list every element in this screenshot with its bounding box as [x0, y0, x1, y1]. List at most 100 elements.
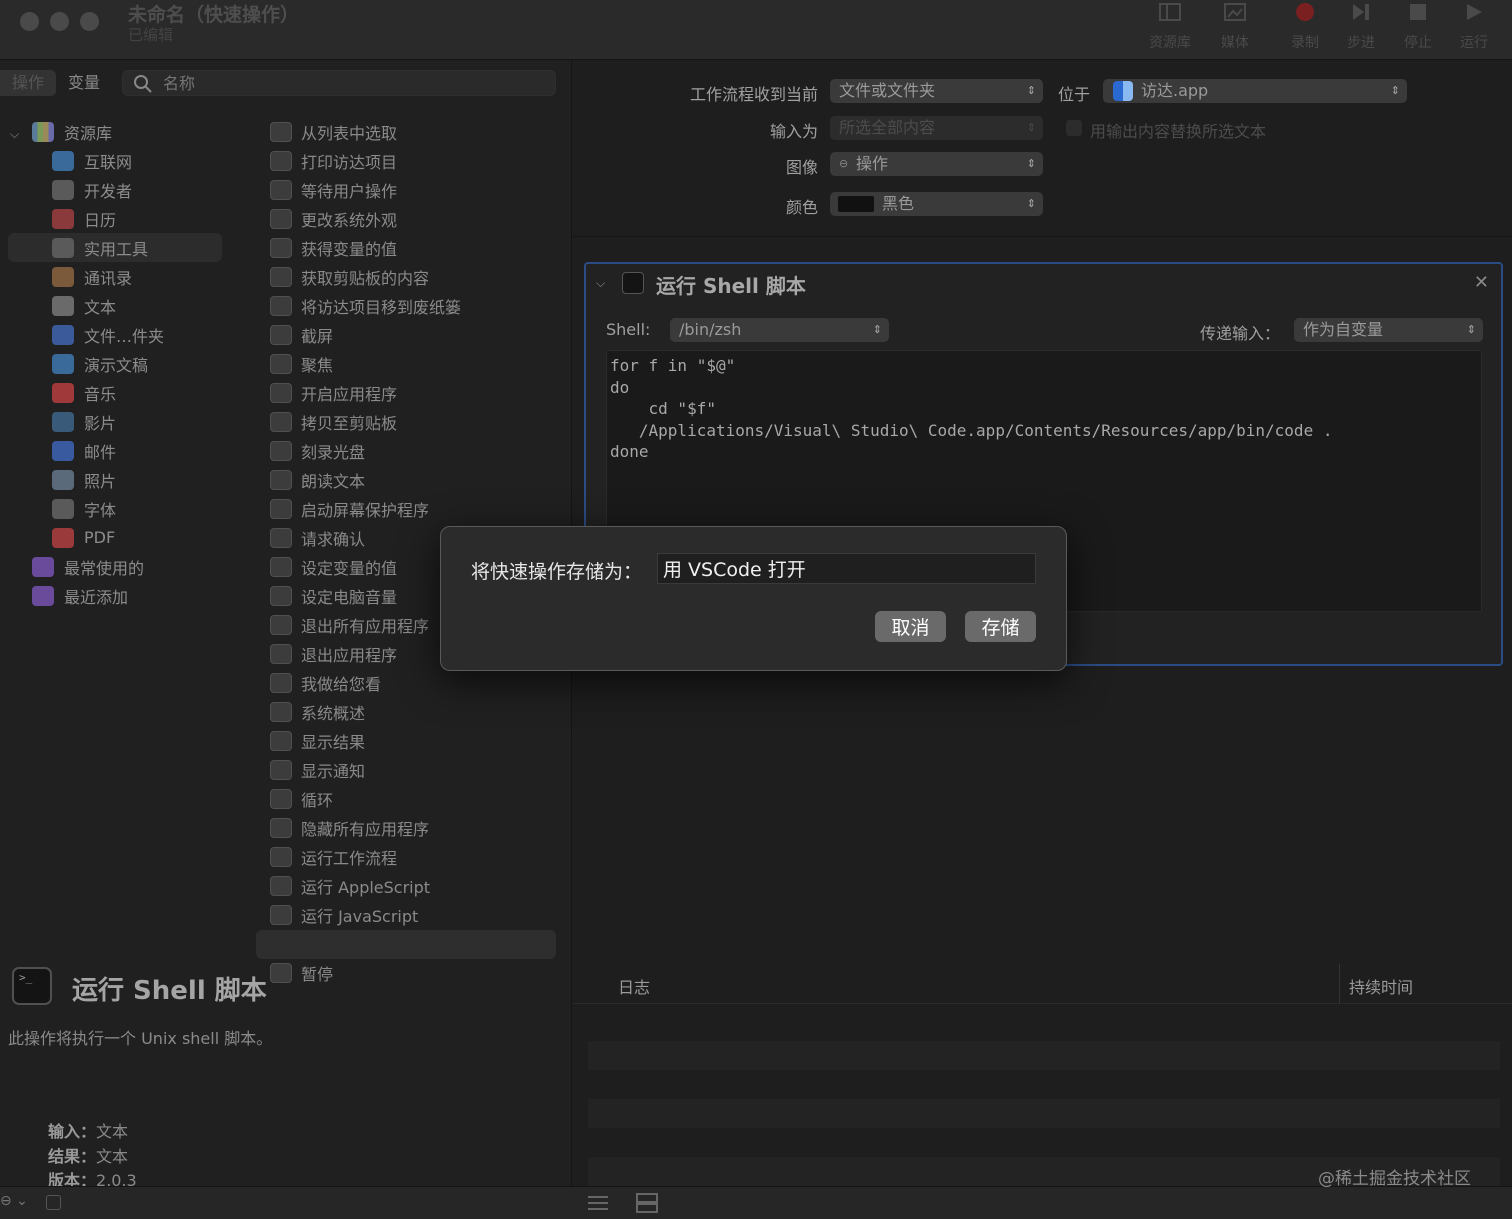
search-input[interactable]: [163, 73, 543, 93]
library-item[interactable]: 照片: [52, 465, 116, 494]
action-item[interactable]: 获得变量的值: [270, 233, 397, 262]
action-item[interactable]: 隐藏所有应用程序: [270, 813, 429, 842]
action-item[interactable]: 截屏: [270, 320, 333, 349]
tab-actions[interactable]: 操作: [0, 70, 57, 96]
minimize-window-button[interactable]: [50, 12, 69, 31]
library-item[interactable]: PDF: [52, 523, 115, 552]
action-item[interactable]: 暂停: [270, 958, 333, 987]
color-popup[interactable]: 黑色 ⇕: [830, 192, 1043, 216]
window-subtitle: 已编辑: [128, 26, 174, 44]
step-icon: [1353, 4, 1369, 20]
finder-icon: [1113, 81, 1133, 101]
list-view-icon[interactable]: [588, 1195, 608, 1211]
category-icon: [52, 179, 74, 200]
action-item[interactable]: 设定电脑音量: [270, 581, 397, 610]
action-icon: [270, 179, 292, 200]
action-item[interactable]: 系统概述: [270, 697, 365, 726]
action-item[interactable]: 运行 AppleScript: [270, 871, 430, 900]
zoom-window-button[interactable]: [80, 12, 99, 31]
smart-folder-item[interactable]: 最近添加: [32, 581, 128, 610]
more-options-icon[interactable]: ⊖ ⌄: [0, 1193, 28, 1209]
library-item[interactable]: 字体: [52, 494, 116, 523]
category-icon: [52, 353, 74, 374]
library-item[interactable]: 影片: [52, 407, 116, 436]
stop-toolbar-button[interactable]: 停止: [1390, 2, 1446, 52]
action-item[interactable]: 请求确认: [270, 523, 365, 552]
action-icon: [270, 121, 292, 142]
library-item[interactable]: 开发者: [52, 175, 132, 204]
duration-column[interactable]: 持续时间: [1349, 974, 1413, 998]
action-icon: [270, 382, 292, 403]
library-item[interactable]: 文本: [52, 291, 116, 320]
category-icon: [52, 295, 74, 316]
category-icon: [52, 324, 74, 345]
action-item[interactable]: 更改系统外观: [270, 204, 397, 233]
name-input[interactable]: [657, 553, 1036, 584]
search-icon: [134, 75, 152, 93]
library-item[interactable]: 互联网: [52, 146, 132, 175]
log-column[interactable]: 日志: [618, 974, 650, 998]
action-item[interactable]: 拷贝至剪贴板: [270, 407, 397, 436]
action-item[interactable]: 将访达项目移到废纸篓: [270, 291, 461, 320]
library-item[interactable]: 音乐: [52, 378, 116, 407]
input-is-popup[interactable]: 所选全部内容 ⇕: [830, 116, 1043, 140]
library-item[interactable]: 日历: [52, 204, 116, 233]
library-item[interactable]: 演示文稿: [52, 349, 148, 378]
replace-label: 用输出内容替换所选文本: [1090, 122, 1267, 141]
log-header: 日志 持续时间: [573, 964, 1512, 1004]
action-item[interactable]: 开启应用程序: [270, 378, 397, 407]
action-icon: [270, 469, 292, 490]
library-item[interactable]: 邮件: [52, 436, 116, 465]
action-item[interactable]: 显示通知: [270, 755, 365, 784]
checkbox-icon[interactable]: [46, 1195, 61, 1210]
close-window-button[interactable]: [20, 12, 39, 31]
smart-folder-item[interactable]: 最常使用的: [32, 552, 144, 581]
record-toolbar-button[interactable]: 录制: [1277, 2, 1333, 52]
action-item[interactable]: 设定变量的值: [270, 552, 397, 581]
action-item[interactable]: 退出所有应用程序: [270, 610, 429, 639]
image-popup[interactable]: ⊖ 操作 ⇕: [830, 152, 1043, 176]
action-item[interactable]: 我做给您看: [270, 668, 381, 697]
window-title: 未命名（快速操作）: [128, 4, 300, 26]
receives-popup[interactable]: 文件或文件夹 ⇕: [830, 79, 1043, 103]
action-item[interactable]: 循环: [270, 784, 333, 813]
replace-checkbox[interactable]: [1066, 120, 1082, 136]
shell-popup[interactable]: /bin/zsh ⇕: [670, 318, 889, 342]
search-field: [122, 70, 556, 96]
action-item[interactable]: 启动屏幕保护程序: [270, 494, 429, 523]
close-icon[interactable]: ✕: [1474, 272, 1489, 293]
action-icon: [270, 208, 292, 229]
action-icon: [270, 411, 292, 432]
collapse-chevron-icon[interactable]: ⌵: [596, 276, 605, 291]
step-toolbar-button[interactable]: 步进: [1333, 2, 1389, 52]
action-icon: [270, 556, 292, 577]
cancel-button[interactable]: 取消: [875, 611, 946, 642]
library-item[interactable]: 文件…件夹: [52, 320, 164, 349]
split-view-icon[interactable]: [636, 1193, 658, 1213]
library-disclosure-chevron-icon[interactable]: ⌵: [10, 127, 19, 142]
action-item[interactable]: 等待用户操作: [270, 175, 397, 204]
in-app-popup[interactable]: 访达.app ⇕: [1103, 79, 1407, 103]
save-button[interactable]: 存储: [965, 611, 1036, 642]
receives-label: 工作流程收到当前: [689, 85, 818, 104]
action-item[interactable]: 运行工作流程: [270, 842, 397, 871]
pass-input-popup[interactable]: 作为自变量 ⇕: [1294, 318, 1483, 342]
library-toolbar-button[interactable]: 资源库: [1142, 2, 1198, 52]
action-item[interactable]: 退出应用程序: [270, 639, 397, 668]
action-item[interactable]: 获取剪贴板的内容: [270, 262, 429, 291]
action-item[interactable]: 打印访达项目: [270, 146, 397, 175]
tab-variables[interactable]: 变量: [56, 70, 112, 96]
action-icon: [270, 817, 292, 838]
library-item[interactable]: 通讯录: [52, 262, 132, 291]
action-item[interactable]: 从列表中选取: [270, 117, 397, 146]
action-item[interactable]: 显示结果: [270, 726, 365, 755]
action-item[interactable]: 运行 JavaScript: [270, 900, 418, 929]
action-item[interactable]: 聚焦: [270, 349, 333, 378]
media-toolbar-button[interactable]: 媒体: [1207, 2, 1263, 52]
library-item[interactable]: 实用工具: [8, 233, 222, 262]
action-item[interactable]: 朗读文本: [270, 465, 365, 494]
save-as-label: 将快速操作存储为：: [471, 561, 643, 583]
action-item[interactable]: 刻录光盘: [270, 436, 365, 465]
run-toolbar-button[interactable]: 运行: [1446, 2, 1502, 52]
library-root[interactable]: 资源库: [32, 117, 112, 146]
